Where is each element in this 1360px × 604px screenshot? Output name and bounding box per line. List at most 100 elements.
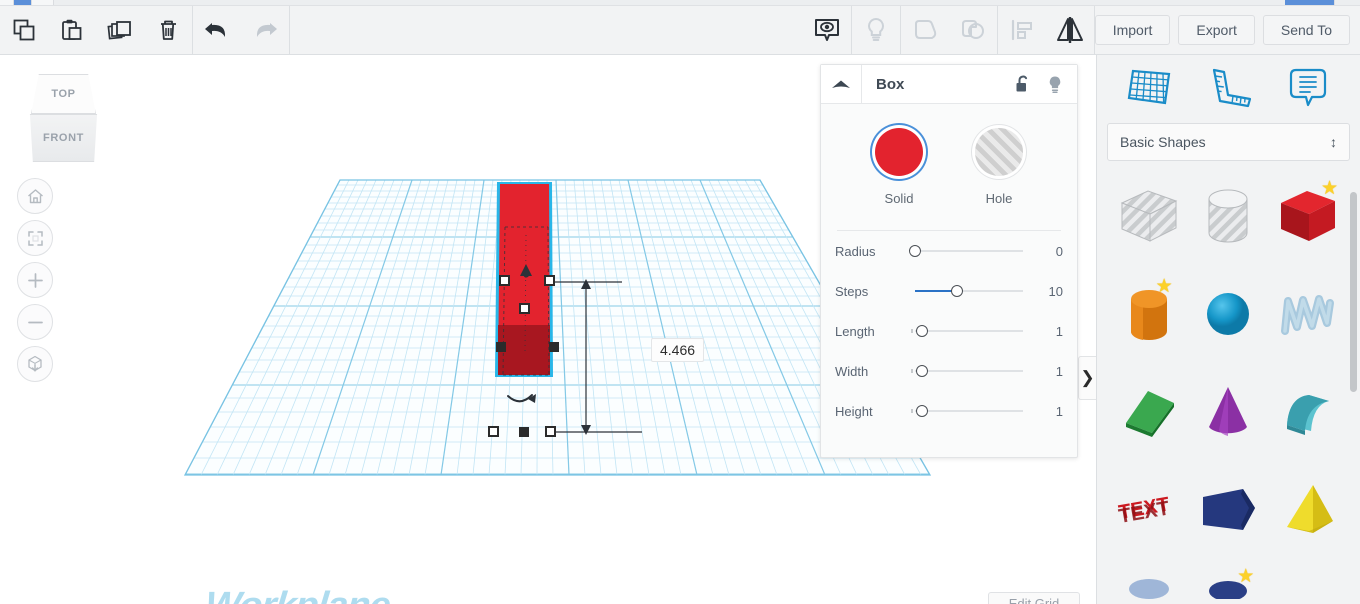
note-icon[interactable] [1282, 65, 1334, 114]
length-label: Length [835, 323, 875, 339]
shape-pyramid[interactable] [1268, 469, 1348, 553]
shape-scribble[interactable] [1268, 273, 1348, 357]
send-to-button[interactable]: Send To [1262, 15, 1350, 45]
fit-to-view-button[interactable] [17, 220, 53, 256]
shape-gallery: ★ ★ TEXT TEXT ★ [1097, 175, 1360, 599]
edit-grid-button[interactable]: Edit Grid [988, 592, 1080, 604]
solid-label: Solid [884, 191, 914, 206]
slider-row-steps: Steps 10 [821, 271, 1077, 311]
browser-tab[interactable] [1285, 0, 1335, 5]
lightbulb-icon[interactable] [1039, 65, 1071, 104]
browser-tab-active[interactable] [14, 0, 32, 5]
shape-box-hole[interactable] [1109, 175, 1189, 259]
edge-handle-left[interactable] [496, 342, 506, 352]
hole-mode-option[interactable]: Hole [975, 128, 1023, 206]
inspector-title: Box [876, 75, 905, 93]
slider-thumb[interactable] [951, 285, 963, 297]
slider-thumb[interactable] [916, 325, 928, 337]
edge-handle-right[interactable] [549, 342, 559, 352]
mirror-icon[interactable] [1046, 6, 1094, 55]
ortho-perspective-button[interactable] [17, 346, 53, 382]
width-value[interactable]: 1 [1029, 364, 1063, 379]
slider-tick [911, 409, 913, 413]
solid-mode-option[interactable]: Solid [875, 128, 923, 206]
shape-cylinder[interactable]: ★ [1109, 273, 1189, 357]
shape-partial-b[interactable]: ★ [1189, 567, 1269, 599]
shape-wedge[interactable] [1109, 371, 1189, 455]
scale-handle-top-right[interactable] [544, 275, 555, 286]
shape-inspector-panel: Box Solid Hole Radius 0 Steps 10 Length … [820, 64, 1078, 458]
edge-handle-bottom[interactable] [519, 427, 529, 437]
paste-icon[interactable] [48, 6, 96, 55]
shape-text[interactable]: TEXT TEXT [1109, 469, 1189, 553]
show-hide-icon[interactable] [803, 6, 851, 55]
view-cube[interactable]: TOP FRONT [22, 74, 105, 166]
shapes-tool-row [1097, 55, 1360, 123]
shape-box[interactable]: ★ [1268, 175, 1348, 259]
dimension-value-label[interactable]: 4.466 [651, 338, 705, 362]
redo-icon[interactable] [241, 6, 289, 55]
shapes-sidebar: Basic Shapes ↕ ★ ★ TEXT TEXT ★ [1096, 55, 1360, 604]
ungroup-icon[interactable] [949, 6, 997, 55]
slider-track [915, 370, 1023, 372]
radius-label: Radius [835, 243, 876, 259]
view-cube-top-face[interactable]: TOP [31, 74, 96, 114]
shape-sphere[interactable] [1189, 273, 1269, 357]
slider-thumb[interactable] [909, 245, 921, 257]
slider-thumb[interactable] [916, 405, 928, 417]
shape-partial-a[interactable] [1109, 567, 1189, 599]
width-slider[interactable] [909, 361, 1029, 381]
workplane-icon[interactable] [1123, 65, 1175, 114]
steps-value[interactable]: 10 [1029, 284, 1063, 299]
home-view-button[interactable] [17, 178, 53, 214]
shape-category-value: Basic Shapes [1120, 134, 1206, 150]
export-button[interactable]: Export [1178, 15, 1255, 45]
slider-thumb[interactable] [916, 365, 928, 377]
copy-icon[interactable] [0, 6, 48, 55]
height-handle-center[interactable] [519, 303, 530, 314]
shape-category-select[interactable]: Basic Shapes ↕ [1107, 123, 1350, 161]
radius-slider[interactable] [909, 241, 1029, 261]
scale-handle-bottom-left[interactable] [488, 426, 499, 437]
toolbar-divider [289, 5, 290, 55]
length-value[interactable]: 1 [1029, 324, 1063, 339]
shape-mode-row: Solid Hole [821, 104, 1077, 206]
browser-tab[interactable] [0, 0, 14, 5]
ruler-icon[interactable] [1202, 65, 1254, 114]
scale-handle-top-left[interactable] [499, 275, 510, 286]
length-slider[interactable] [909, 321, 1029, 341]
width-label: Width [835, 363, 869, 379]
browser-tab[interactable] [32, 0, 54, 5]
import-button[interactable]: Import [1094, 15, 1171, 45]
slider-row-radius: Radius 0 [821, 231, 1077, 271]
steps-slider[interactable] [909, 281, 1029, 301]
shape-roof[interactable] [1268, 371, 1348, 455]
lightbulb-icon[interactable] [852, 6, 900, 55]
unlock-icon[interactable] [1007, 65, 1039, 104]
slider-track [915, 410, 1023, 412]
steps-label: Steps [835, 283, 869, 299]
delete-icon[interactable] [144, 6, 192, 55]
panel-expand-chevron[interactable]: ❯ [1078, 356, 1096, 400]
shapes-scrollbar[interactable] [1350, 192, 1357, 392]
undo-icon[interactable] [193, 6, 241, 55]
zoom-out-button[interactable] [17, 304, 53, 340]
3d-viewport[interactable]: 4.466 Workplane TOP FRONT ❯ Edit Grid Sn [0, 55, 1096, 604]
hole-swatch[interactable] [975, 128, 1023, 176]
shape-polygon[interactable] [1189, 469, 1269, 553]
align-icon[interactable] [998, 6, 1046, 55]
view-cube-front-face[interactable]: FRONT [29, 114, 98, 162]
duplicate-icon[interactable] [96, 6, 144, 55]
star-icon: ★ [1155, 276, 1173, 297]
height-slider[interactable] [909, 401, 1029, 421]
radius-value[interactable]: 0 [1029, 244, 1063, 259]
zoom-in-button[interactable] [17, 262, 53, 298]
slider-row-length: Length 1 [821, 311, 1077, 351]
solid-swatch[interactable] [875, 128, 923, 176]
scale-handle-bottom-right[interactable] [545, 426, 556, 437]
shape-cylinder-hole[interactable] [1189, 175, 1269, 259]
shape-cone[interactable] [1189, 371, 1269, 455]
inspector-collapse-button[interactable] [821, 64, 862, 104]
group-icon[interactable] [901, 6, 949, 55]
height-value[interactable]: 1 [1029, 404, 1063, 419]
